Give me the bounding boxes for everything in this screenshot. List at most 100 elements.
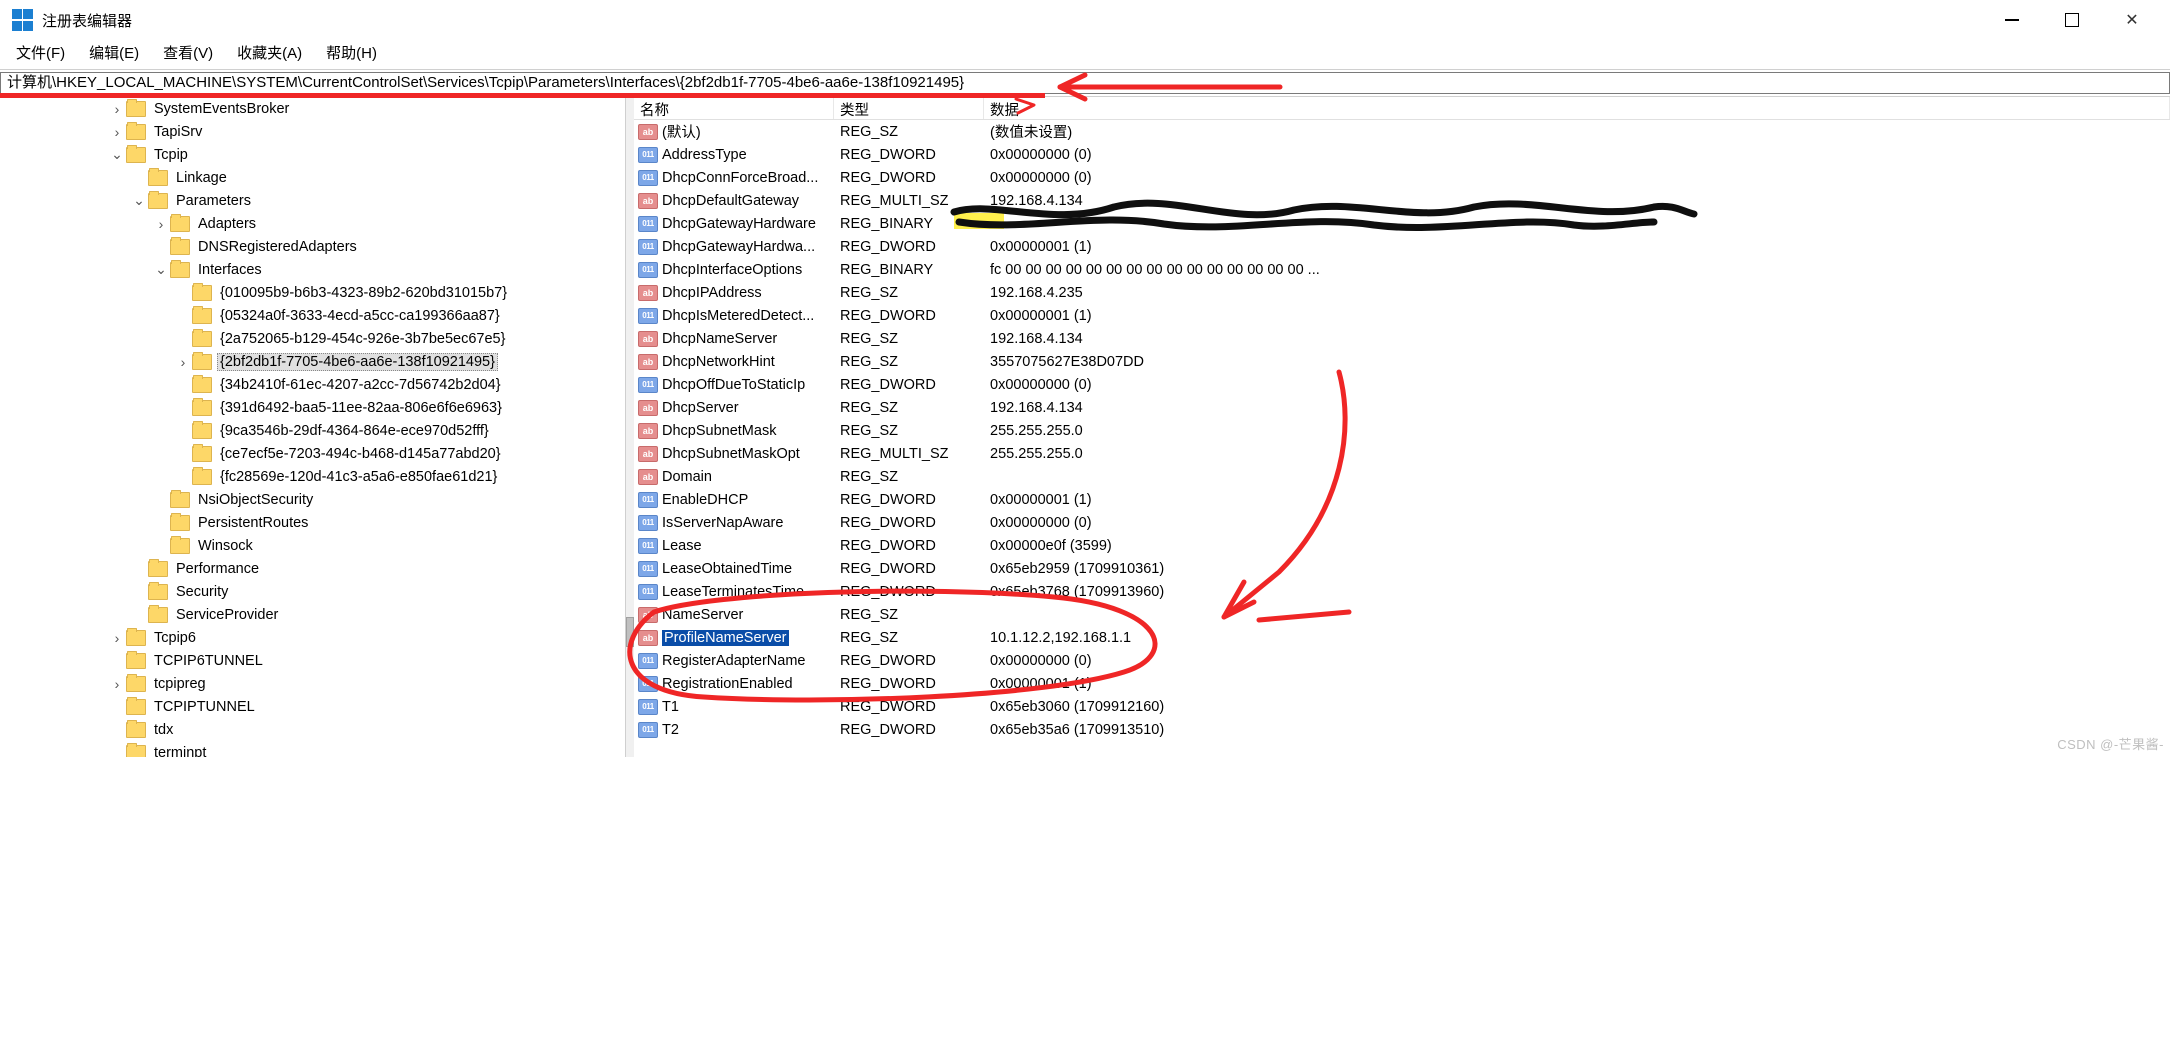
value-row[interactable]: DhcpConnForceBroad...REG_DWORD0x00000000… (634, 166, 2170, 189)
value-row[interactable]: DhcpServerREG_SZ192.168.4.134 (634, 396, 2170, 419)
value-type: REG_DWORD (834, 699, 984, 715)
value-row[interactable]: NameServerREG_SZ (634, 603, 2170, 626)
value-row[interactable]: T2REG_DWORD0x65eb35a6 (1709913510) (634, 718, 2170, 741)
menu-favorites[interactable]: 收藏夹(A) (235, 40, 304, 65)
value-type: REG_DWORD (834, 147, 984, 163)
value-data: 0x00000000 (0) (984, 515, 2170, 531)
chevron-icon[interactable] (176, 354, 190, 370)
tree-item[interactable]: tcpipreg (0, 672, 625, 695)
tree-item[interactable]: TCPIP6TUNNEL (0, 649, 625, 672)
value-row[interactable]: LeaseREG_DWORD0x00000e0f (3599) (634, 534, 2170, 557)
tree-item[interactable]: Tcpip (0, 143, 625, 166)
chevron-icon[interactable] (110, 101, 124, 117)
menu-view[interactable]: 查看(V) (161, 40, 215, 65)
close-button[interactable] (2102, 0, 2162, 40)
value-row[interactable]: IsServerNapAwareREG_DWORD0x00000000 (0) (634, 511, 2170, 534)
folder-icon (170, 262, 190, 278)
value-row[interactable]: DhcpSubnetMaskREG_SZ255.255.255.0 (634, 419, 2170, 442)
value-row[interactable]: ProfileNameServerREG_SZ10.1.12.2,192.168… (634, 626, 2170, 649)
address-bar[interactable]: 计算机\HKEY_LOCAL_MACHINE\SYSTEM\CurrentCon… (0, 72, 2170, 94)
col-header-type[interactable]: 类型 (834, 97, 984, 119)
menu-file[interactable]: 文件(F) (14, 40, 67, 65)
tree-item[interactable]: NsiObjectSecurity (0, 488, 625, 511)
value-name: T1 (662, 699, 679, 715)
tree-item[interactable]: SystemEventsBroker (0, 97, 625, 120)
value-row[interactable]: LeaseTerminatesTimeREG_DWORD0x65eb3768 (… (634, 580, 2170, 603)
tree-item[interactable]: terminpt (0, 741, 625, 757)
value-row[interactable]: DhcpOffDueToStaticIpREG_DWORD0x00000000 … (634, 373, 2170, 396)
chevron-icon[interactable] (132, 192, 146, 209)
col-header-name[interactable]: 名称 (634, 97, 834, 119)
tree-item[interactable]: {fc28569e-120d-41c3-a5a6-e850fae61d21} (0, 465, 625, 488)
tree-panel[interactable]: SystemEventsBroker TapiSrv Tcpip LinkagePar… (0, 97, 626, 757)
value-row[interactable]: LeaseObtainedTimeREG_DWORD0x65eb2959 (17… (634, 557, 2170, 580)
minimize-button[interactable] (1982, 0, 2042, 40)
value-data: 192.168.4.235 (984, 285, 2170, 301)
value-row[interactable]: T1REG_DWORD0x65eb3060 (1709912160) (634, 695, 2170, 718)
value-data: 0x65eb2959 (1709910361) (984, 561, 2170, 577)
value-row[interactable]: DhcpIsMeteredDetect...REG_DWORD0x0000000… (634, 304, 2170, 327)
chevron-icon[interactable] (110, 630, 124, 646)
value-row[interactable]: (默认)REG_SZ(数值未设置) (634, 120, 2170, 143)
value-type: REG_SZ (834, 124, 984, 140)
tree-item[interactable]: Linkage (0, 166, 625, 189)
value-row[interactable]: RegistrationEnabledREG_DWORD0x00000001 (… (634, 672, 2170, 695)
values-panel[interactable]: 名称 类型 数据 (默认)REG_SZ(数值未设置) AddressType REG… (634, 97, 2170, 757)
tree-item[interactable]: Security (0, 580, 625, 603)
tree-item[interactable]: PersistentRoutes (0, 511, 625, 534)
tree-item[interactable]: Performance (0, 557, 625, 580)
tree-item[interactable]: Tcpip6 (0, 626, 625, 649)
tree-item[interactable]: {2bf2db1f-7705-4be6-aa6e-138f10921495} (0, 350, 625, 373)
value-data: 0x00000001 (1) (984, 676, 2170, 692)
value-row[interactable]: RegisterAdapterNameREG_DWORD0x00000000 (… (634, 649, 2170, 672)
tree-item[interactable]: {05324a0f-3633-4ecd-a5cc-ca199366aa87} (0, 304, 625, 327)
value-name: RegisterAdapterName (662, 653, 805, 669)
value-row[interactable]: DhcpInterfaceOptionsREG_BINARYfc 00 00 0… (634, 258, 2170, 281)
folder-icon (170, 239, 190, 255)
tree-item-label: SystemEventsBroker (151, 101, 292, 117)
folder-icon (126, 722, 146, 738)
tree-item[interactable]: {34b2410f-61ec-4207-a2cc-7d56742b2d04} (0, 373, 625, 396)
menu-edit[interactable]: 编辑(E) (87, 40, 141, 65)
value-row[interactable]: AddressTypeREG_DWORD0x00000000 (0) (634, 143, 2170, 166)
chevron-icon[interactable] (110, 124, 124, 140)
tree-item[interactable]: tdx (0, 718, 625, 741)
tree-item[interactable]: {2a752065-b129-454c-926e-3b7be5ec67e5} (0, 327, 625, 350)
tree-item[interactable]: Interfaces (0, 258, 625, 281)
col-header-data[interactable]: 数据 (984, 97, 2170, 119)
splitter[interactable] (626, 97, 634, 757)
chevron-icon[interactable] (154, 261, 168, 278)
tree-item[interactable]: Winsock (0, 534, 625, 557)
tree-item[interactable]: {010095b9-b6b3-4323-89b2-620bd31015b7} (0, 281, 625, 304)
tree-item[interactable]: {391d6492-baa5-11ee-82aa-806e6f6e6963} (0, 396, 625, 419)
chevron-icon[interactable] (110, 146, 124, 163)
chevron-icon[interactable] (110, 676, 124, 692)
menu-help[interactable]: 帮助(H) (324, 40, 379, 65)
tree-item[interactable]: ServiceProvider (0, 603, 625, 626)
value-row[interactable]: DhcpSubnetMaskOptREG_MULTI_SZ255.255.255… (634, 442, 2170, 465)
value-row[interactable]: DhcpIPAddressREG_SZ192.168.4.235 (634, 281, 2170, 304)
value-row[interactable]: DhcpNameServerREG_SZ192.168.4.134 (634, 327, 2170, 350)
tree-item[interactable]: {9ca3546b-29df-4364-864e-ece970d52fff} (0, 419, 625, 442)
chevron-icon[interactable] (154, 216, 168, 232)
tree-item[interactable]: Adapters (0, 212, 625, 235)
tree-item[interactable]: DNSRegisteredAdapters (0, 235, 625, 258)
value-row[interactable]: DomainREG_SZ (634, 465, 2170, 488)
splitter-thumb[interactable] (626, 617, 634, 647)
value-type: REG_DWORD (834, 561, 984, 577)
tree-item-label: Tcpip (151, 147, 191, 163)
tree-item-label: tdx (151, 722, 176, 738)
value-type: REG_DWORD (834, 308, 984, 324)
tree-item[interactable]: Parameters (0, 189, 625, 212)
value-row[interactable]: DhcpDefaultGatewayREG_MULTI_SZ192.168.4.… (634, 189, 2170, 212)
value-name: AddressType (662, 147, 747, 163)
value-row[interactable]: EnableDHCPREG_DWORD0x00000001 (1) (634, 488, 2170, 511)
tree-item[interactable]: TCPIPTUNNEL (0, 695, 625, 718)
folder-icon (170, 216, 190, 232)
value-row[interactable]: DhcpGatewayHardwareREG_BINARY (634, 212, 2170, 235)
tree-item[interactable]: TapiSrv (0, 120, 625, 143)
maximize-button[interactable] (2042, 0, 2102, 40)
tree-item[interactable]: {ce7ecf5e-7203-494c-b468-d145a77abd20} (0, 442, 625, 465)
value-row[interactable]: DhcpGatewayHardwa...REG_DWORD0x00000001 … (634, 235, 2170, 258)
value-row[interactable]: DhcpNetworkHintREG_SZ3557075627E38D07DD (634, 350, 2170, 373)
